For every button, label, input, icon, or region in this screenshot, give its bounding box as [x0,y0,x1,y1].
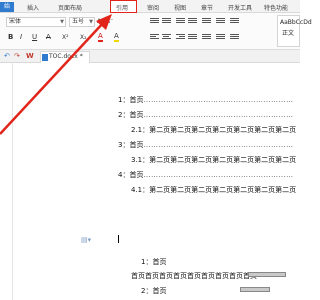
tab-section[interactable]: 章节 [201,3,213,12]
bold-button[interactable]: B [8,33,13,42]
font-size-select[interactable]: 五号 ▼ [69,17,95,27]
tab-start[interactable]: 始 [0,2,14,12]
toc-entry-number: 1： [118,96,130,104]
tab-insert[interactable]: 插入 [27,3,39,12]
wps-logo-icon[interactable]: W [26,53,34,60]
highlight-button[interactable]: A [114,33,119,42]
line-spacing-icon[interactable] [230,18,239,26]
increase-indent-icon[interactable] [188,18,197,26]
toc-entry-text: 第二页第二页第二页第二页第二页第二页第二页 [149,186,297,194]
document-tab-name: TOC.docx * [49,53,83,60]
toc-entry[interactable]: 2.1：第二页第二页第二页第二页第二页第二页第二页 [131,125,300,135]
toc-entry[interactable]: 3.1：第二页第二页第二页第二页第二页第二页第二页 [131,155,300,165]
heading-1[interactable]: 1：首页 [141,257,166,267]
align-left-icon[interactable] [150,34,159,42]
toc-entry[interactable]: 4.1：第二页第二页第二页第二页第二页第二页第二页 [131,185,300,195]
toc-entry-number: 3.1： [131,156,150,164]
chevron-down-icon: ▼ [60,19,64,25]
style-name: 正文 [282,30,295,37]
tab-view[interactable]: 视图 [174,3,186,12]
redo-icon[interactable]: ↷ [14,53,20,60]
toc-entry-text: 首页 [129,96,144,104]
ribbon-toolbar: 宋体 ▼ 五号 ▼ A⁺ A⁻ B I U A X² X₂ A A AaBbCc… [0,13,312,50]
tab-developer[interactable]: 开发工具 [228,3,252,12]
shrink-font-button[interactable]: A⁻ [106,17,113,26]
font-color-button[interactable]: A [98,33,103,42]
italic-button[interactable]: I [20,33,22,42]
shading-icon[interactable] [216,34,225,42]
toc-entry-number: 3： [118,141,130,149]
style-gallery[interactable]: AaBbCcDd 正文 [277,15,312,47]
toc-leader: …………………………………………………… [143,141,294,149]
toc-entry-text: 首页 [129,171,144,179]
toc-leader: …………………………………………………… [143,111,294,119]
strikethrough-button[interactable]: A [46,33,51,42]
heading-number: 2： [141,287,153,295]
heading-2[interactable]: 2：首页 [141,286,166,296]
page-margin-line [12,63,13,300]
selection-highlight [240,287,270,292]
text-cursor [118,235,119,243]
heading-number: 1： [141,258,153,266]
align-right-icon[interactable] [176,34,185,42]
distribute-icon[interactable] [202,34,211,42]
toc-entry-number: 4： [118,171,130,179]
word-doc-icon [42,54,48,61]
toc-entry[interactable]: 4：首页…………………………………………………… [118,170,300,180]
toc-entry-number: 2.1： [131,126,150,134]
tab-references[interactable]: 引用 [116,3,128,12]
heading-text: 首页 [152,287,167,295]
document-tab-bar: ↶ ↷ W TOC.docx * [0,50,300,63]
toc-entry[interactable]: 3：首页…………………………………………………… [118,140,300,150]
document-tab[interactable]: TOC.docx * [40,51,90,63]
show-marks-icon[interactable] [216,18,225,26]
toc-entry-text: 首页 [129,141,144,149]
ribbon-tab-bar: 始 插入 页面布局 引用 审阅 视图 章节 开发工具 特色功能 [0,0,300,13]
numbered-list-icon[interactable] [162,18,171,26]
subscript-button[interactable]: X₂ [80,33,87,42]
grow-font-button[interactable]: A⁺ [97,17,104,26]
font-family-select[interactable]: 宋体 ▼ [6,17,66,27]
heading-text: 首页 [152,258,167,266]
underline-button[interactable]: U [32,33,37,42]
font-size-value: 五号 [72,18,85,25]
body-paragraph[interactable]: 首页首页首页首页首页首页首页首页首页 [131,271,261,281]
sort-icon[interactable] [202,18,211,26]
paragraph-handle-icon[interactable]: ▤▾ [81,236,91,244]
toc-entry-number: 4.1： [131,186,150,194]
toc-entry-number: 2： [118,111,130,119]
font-family-value: 宋体 [9,18,22,25]
chevron-down-icon: ▼ [89,19,93,25]
style-sample: AaBbCcDd [280,19,312,26]
toc-leader: …………………………………………………… [143,96,294,104]
tab-page-layout[interactable]: 页面布局 [58,3,82,12]
borders-icon[interactable] [230,34,239,42]
tab-review[interactable]: 审阅 [147,3,159,12]
tab-special[interactable]: 特色功能 [264,3,288,12]
toc-leader: …………………………………………………… [143,171,294,179]
align-center-icon[interactable] [162,34,171,42]
justify-icon[interactable] [188,34,197,42]
bullet-list-icon[interactable] [150,18,159,26]
toc-entry[interactable]: 2：首页…………………………………………………… [118,110,300,120]
undo-icon[interactable]: ↶ [4,53,10,60]
toc-entry-text: 第二页第二页第二页第二页第二页第二页第二页 [149,126,297,134]
superscript-button[interactable]: X² [62,33,69,42]
toc-entry[interactable]: 1：首页…………………………………………………… [118,95,300,105]
toc-entry-text: 首页 [129,111,144,119]
selection-highlight [248,272,286,277]
decrease-indent-icon[interactable] [176,18,185,26]
toc-entry-text: 第二页第二页第二页第二页第二页第二页第二页 [149,156,297,164]
